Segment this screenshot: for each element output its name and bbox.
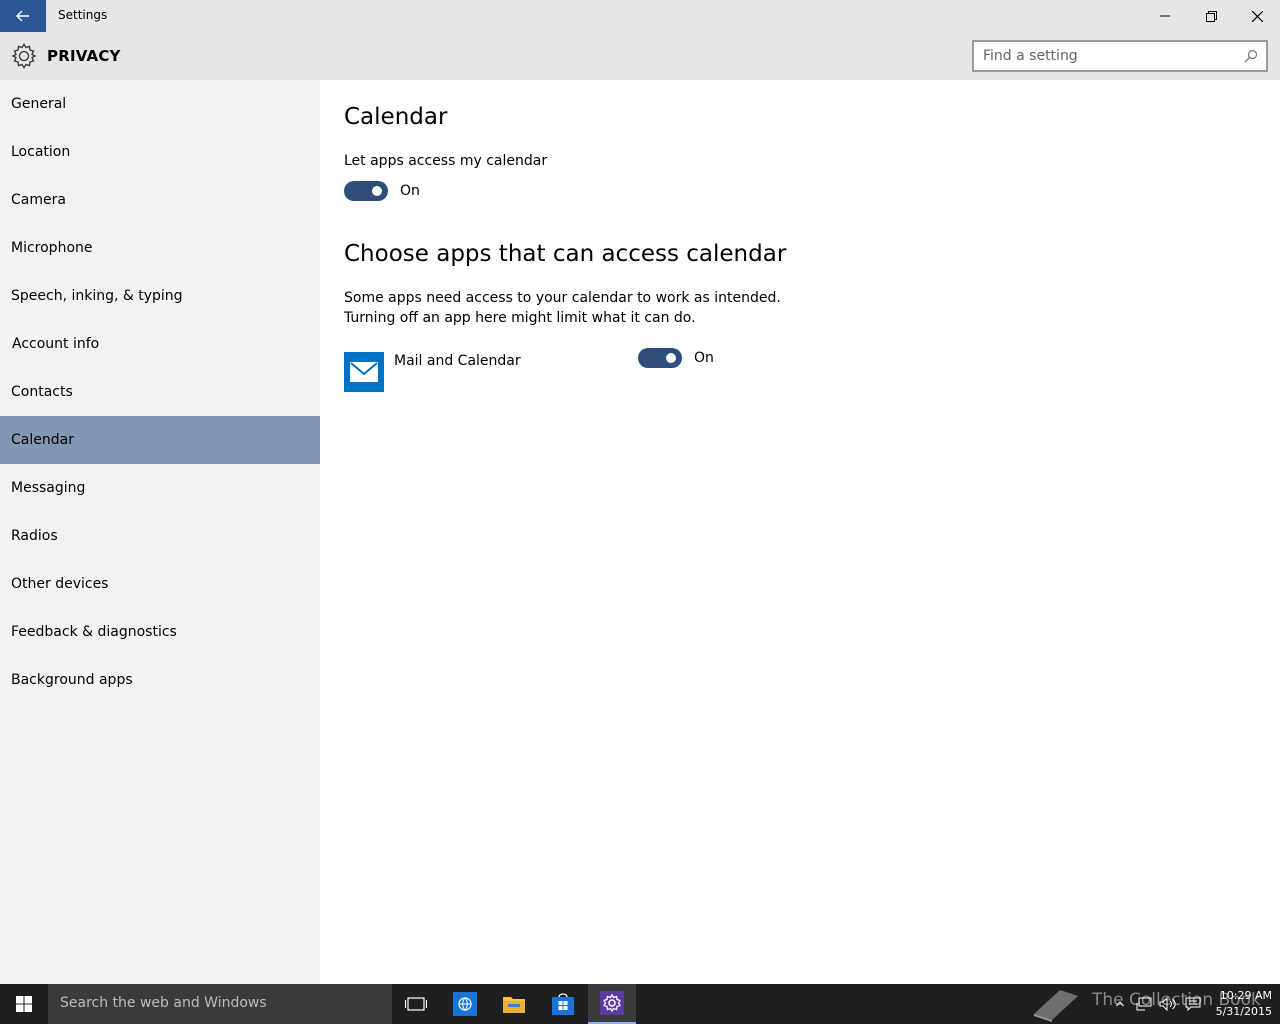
sidebar-item-general[interactable]: General bbox=[0, 80, 320, 128]
folder-icon bbox=[503, 997, 525, 1013]
network-button[interactable] bbox=[1134, 984, 1154, 1024]
sidebar-item-background-apps[interactable]: Background apps bbox=[0, 656, 320, 704]
action-center-button[interactable] bbox=[1182, 984, 1204, 1024]
network-icon bbox=[1136, 997, 1152, 1011]
sidebar-item-messaging[interactable]: Messaging bbox=[0, 464, 320, 512]
restore-button[interactable] bbox=[1188, 0, 1234, 32]
taskbar-search[interactable]: Search the web and Windows bbox=[48, 984, 392, 1024]
sidebar-item-feedback[interactable]: Feedback & diagnostics bbox=[0, 608, 320, 656]
chevron-up-icon bbox=[1116, 1001, 1124, 1007]
windows-logo-icon bbox=[16, 996, 32, 1012]
search-box[interactable] bbox=[972, 40, 1268, 72]
app-name: Mail and Calendar bbox=[394, 353, 521, 369]
page-title: PRIVACY bbox=[47, 47, 121, 65]
sidebar: General Location Camera Microphone Speec… bbox=[0, 80, 320, 984]
globe-icon bbox=[453, 992, 477, 1016]
taskbar-search-placeholder: Search the web and Windows bbox=[60, 995, 267, 1011]
sidebar-item-location[interactable]: Location bbox=[0, 128, 320, 176]
app-tile bbox=[344, 352, 384, 392]
sidebar-item-contacts[interactable]: Contacts bbox=[0, 368, 320, 416]
taskbar: Search the web and Windows The Collectio… bbox=[0, 984, 1280, 1024]
title-bar: Settings bbox=[0, 0, 1280, 32]
task-view-icon bbox=[405, 997, 427, 1011]
restore-icon bbox=[1205, 10, 1217, 22]
sidebar-item-account-info[interactable]: Account info bbox=[0, 320, 320, 368]
page-header: PRIVACY bbox=[0, 32, 1280, 80]
toggle-knob bbox=[372, 186, 382, 196]
sidebar-item-microphone[interactable]: Microphone bbox=[0, 224, 320, 272]
show-hidden-icons-button[interactable] bbox=[1112, 984, 1128, 1024]
back-arrow-icon bbox=[16, 10, 29, 22]
main-content: Calendar Let apps access my calendar On … bbox=[320, 80, 1280, 984]
minimize-button[interactable] bbox=[1142, 0, 1188, 32]
description-line-1: Some apps need access to your calendar t… bbox=[344, 290, 781, 306]
browser-taskbar-button[interactable] bbox=[441, 984, 489, 1024]
sidebar-item-radios[interactable]: Radios bbox=[0, 512, 320, 560]
search-icon[interactable] bbox=[1244, 49, 1258, 63]
minimize-icon bbox=[1160, 15, 1170, 17]
toggle-knob bbox=[666, 353, 676, 363]
book-logo-icon bbox=[1034, 990, 1078, 1022]
volume-button[interactable] bbox=[1158, 984, 1178, 1024]
access-toggle-state: On bbox=[400, 183, 420, 199]
section-heading: Calendar bbox=[344, 104, 448, 130]
apps-section-title: Choose apps that can access calendar bbox=[344, 241, 787, 267]
app-toggle[interactable] bbox=[638, 348, 682, 368]
search-input[interactable] bbox=[983, 47, 1233, 65]
description-line-2: Turning off an app here might limit what… bbox=[344, 310, 696, 326]
sidebar-item-speech[interactable]: Speech, inking, & typing bbox=[0, 272, 320, 320]
clock-date: 5/31/2015 bbox=[1215, 1005, 1272, 1018]
start-button[interactable] bbox=[0, 984, 48, 1024]
access-toggle[interactable] bbox=[344, 181, 388, 201]
volume-icon bbox=[1159, 997, 1176, 1011]
settings-gear-icon bbox=[600, 991, 624, 1015]
back-button[interactable] bbox=[0, 0, 46, 32]
settings-taskbar-button[interactable] bbox=[588, 984, 636, 1024]
sidebar-item-camera[interactable]: Camera bbox=[0, 176, 320, 224]
access-label: Let apps access my calendar bbox=[344, 153, 548, 169]
store-icon bbox=[552, 993, 574, 1015]
notifications-icon bbox=[1185, 997, 1201, 1011]
store-button[interactable] bbox=[539, 984, 587, 1024]
app-toggle-state: On bbox=[694, 350, 714, 366]
sidebar-item-other-devices[interactable]: Other devices bbox=[0, 560, 320, 608]
file-explorer-button[interactable] bbox=[490, 984, 538, 1024]
clock-time: 10:29 AM bbox=[1219, 989, 1272, 1002]
task-view-button[interactable] bbox=[392, 984, 440, 1024]
close-button[interactable] bbox=[1234, 0, 1280, 32]
sidebar-item-calendar[interactable]: Calendar bbox=[0, 416, 320, 464]
gear-icon bbox=[11, 43, 37, 69]
window-title: Settings bbox=[58, 8, 108, 22]
close-icon bbox=[1251, 10, 1263, 22]
mail-icon bbox=[350, 362, 378, 382]
clock[interactable]: 10:29 AM 5/31/2015 bbox=[1210, 988, 1272, 1020]
